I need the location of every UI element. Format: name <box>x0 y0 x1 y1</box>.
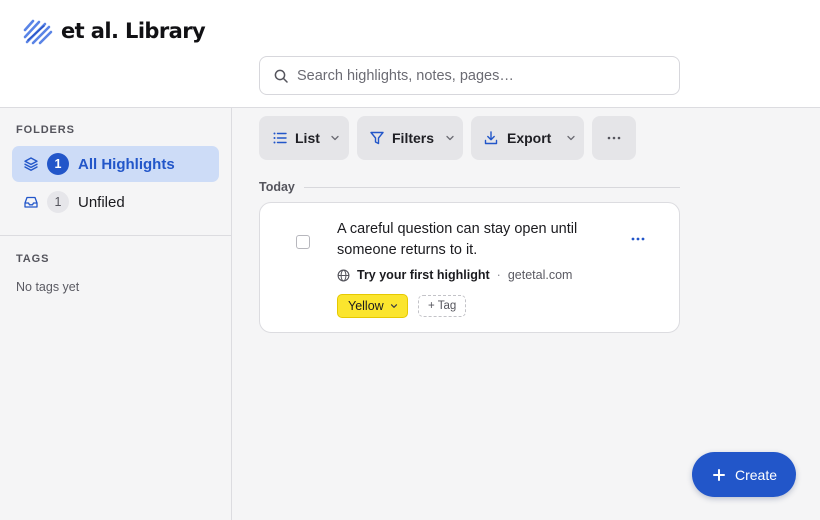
sidebar-divider <box>0 235 231 236</box>
source-separator: · <box>496 268 501 282</box>
plus-icon <box>713 468 725 481</box>
highlight-card[interactable]: A careful question can stay open until s… <box>259 202 680 333</box>
add-tag-button[interactable]: + Tag <box>418 295 467 317</box>
inbox-icon <box>24 196 38 208</box>
day-group-divider <box>304 187 680 188</box>
top-bar: et al. Library <box>0 0 820 108</box>
filters-button[interactable]: Filters <box>357 116 463 160</box>
chevron-down-icon <box>331 135 339 141</box>
day-group-label: Today <box>259 180 295 194</box>
search-bar[interactable] <box>259 56 680 95</box>
folders-section-title: FOLDERS <box>16 124 75 136</box>
chevron-down-icon <box>390 304 397 308</box>
download-icon <box>484 131 498 145</box>
create-button[interactable]: Create <box>692 452 796 497</box>
highlight-text: A careful question can stay open until s… <box>337 221 578 258</box>
source-domain: getetal.com <box>507 268 573 282</box>
search-icon <box>274 69 288 83</box>
export-button[interactable]: Export <box>471 116 584 160</box>
source-title: Try your first highlight <box>357 268 490 282</box>
sidebar-item-unfiled[interactable]: 1 Unfiled <box>12 184 219 220</box>
chevron-down-icon <box>446 135 454 141</box>
brand-name: et al. Library <box>61 19 206 43</box>
tags-section-title: TAGS <box>16 253 50 265</box>
sidebar: FOLDERS 1 All Highlights 1 Unfiled TAGS … <box>0 108 232 520</box>
select-checkbox[interactable] <box>296 235 310 249</box>
highlight-color-label: Yellow <box>348 299 384 313</box>
filter-icon <box>370 131 384 145</box>
tags-empty-text: No tags yet <box>16 280 80 294</box>
globe-icon <box>337 269 350 281</box>
scribble-logo-icon <box>23 19 53 45</box>
sidebar-item-label: Unfiled <box>78 193 125 211</box>
view-mode-label: List <box>295 130 320 146</box>
folder-count-badge: 1 <box>47 191 69 213</box>
create-label: Create <box>735 466 778 483</box>
sidebar-item-all-highlights[interactable]: 1 All Highlights <box>12 146 219 182</box>
view-mode-button[interactable]: List <box>259 116 349 160</box>
more-horizontal-icon[interactable] <box>626 233 650 245</box>
brand[interactable]: et al. Library <box>22 17 206 45</box>
search-input[interactable] <box>297 67 667 84</box>
toolbar-more-button[interactable] <box>592 116 636 160</box>
sidebar-item-label: All Highlights <box>78 155 175 173</box>
list-icon <box>273 132 287 144</box>
layers-icon <box>24 157 38 171</box>
more-horizontal-icon <box>607 136 621 140</box>
filters-label: Filters <box>392 130 435 146</box>
highlight-color-dropdown[interactable]: Yellow <box>337 294 408 318</box>
chevron-down-icon <box>567 135 575 141</box>
folder-count-badge: 1 <box>47 153 69 175</box>
highlight-source[interactable]: Try your first highlight · getetal.com <box>337 268 572 282</box>
export-label: Export <box>507 130 552 146</box>
